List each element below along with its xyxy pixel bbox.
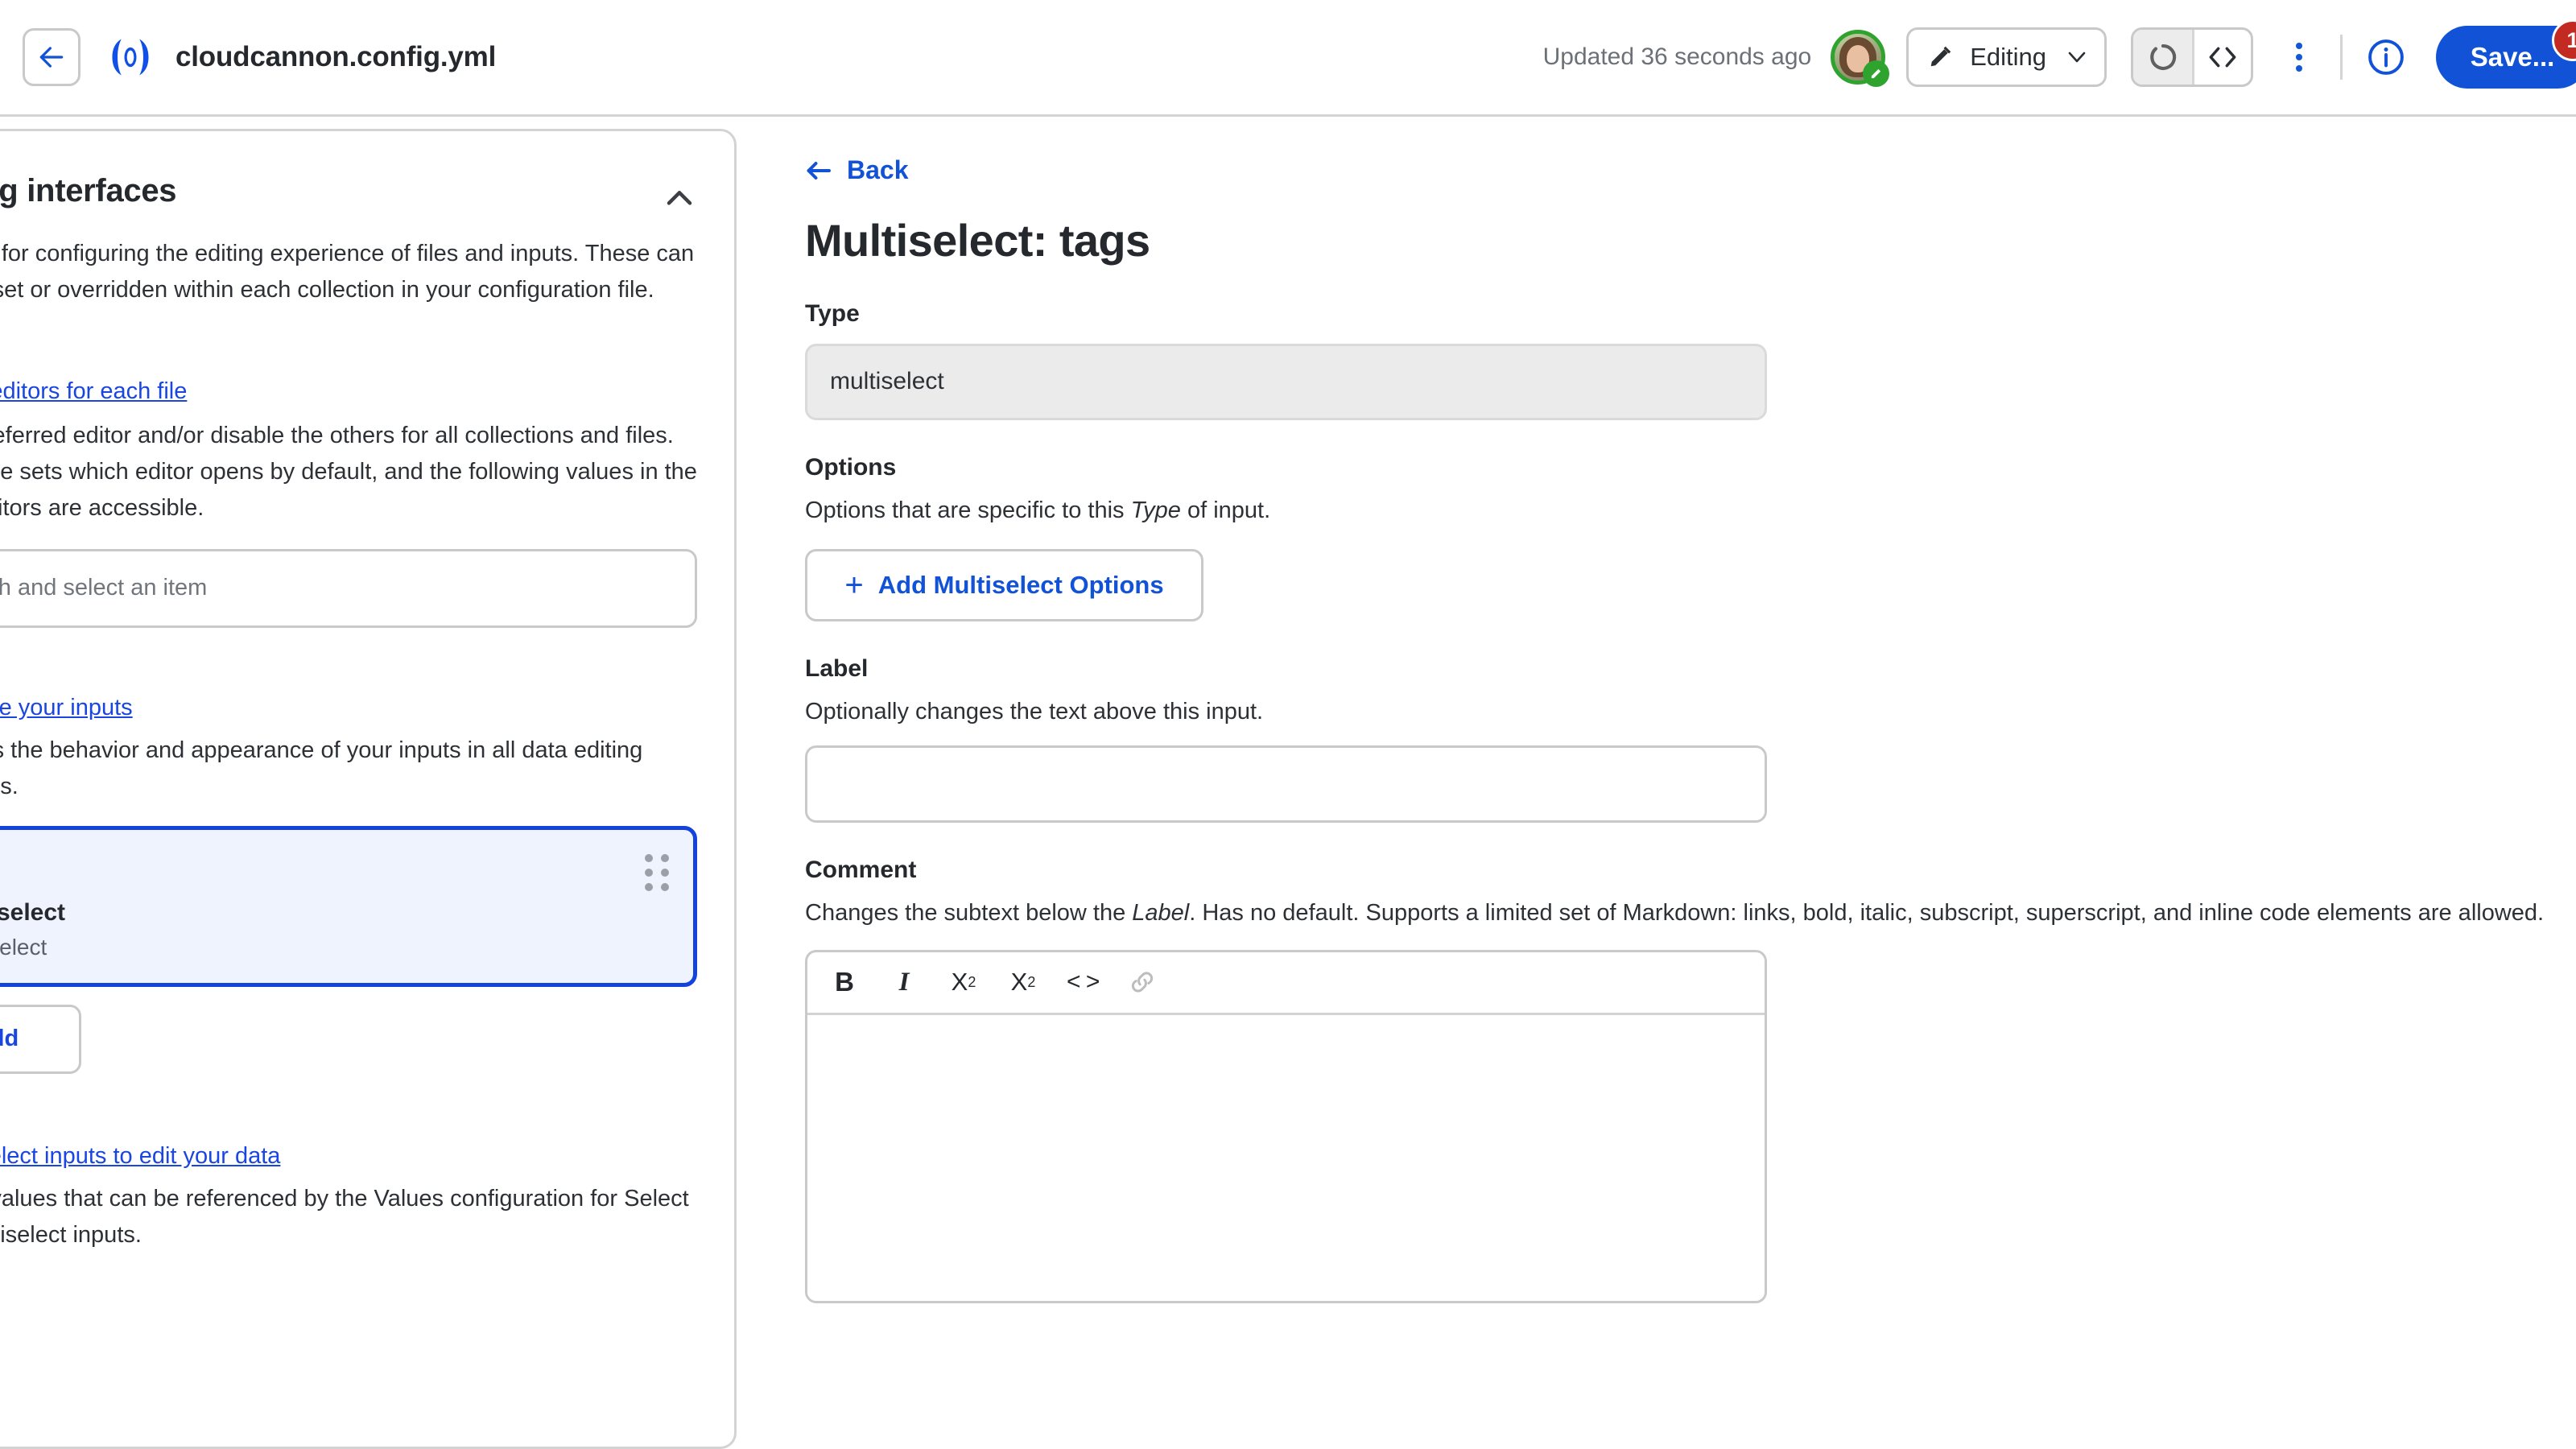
chain-link-icon (1132, 972, 1154, 993)
sidebar-link-inputs[interactable]: Configure your inputs (0, 695, 133, 721)
pencil-icon (1872, 68, 1881, 79)
superscript-icon[interactable]: X2 (1007, 962, 1039, 1002)
field-type-label: Type (805, 299, 860, 327)
options-desc-em: Type (1130, 497, 1181, 523)
sidebar-paragraph-2: Set a preferred editor and/or disable th… (0, 422, 697, 521)
top-header-bar: cloudcannon.config.yml Updated 36 second… (0, 0, 2576, 117)
info-button[interactable] (2363, 35, 2409, 80)
file-title: cloudcannon.config.yml (175, 41, 497, 72)
more-vertical-icon (2296, 54, 2302, 60)
app-root: cloudcannon.config.yml Updated 36 second… (0, 0, 2576, 1449)
arrow-left-icon (807, 161, 831, 180)
plus-icon: + (844, 567, 864, 603)
field-type: Type multiselect (805, 300, 2576, 420)
input-card-multiselect[interactable]: Multiselect multiselect (0, 825, 697, 987)
add-multiselect-options-button[interactable]: + Add Multiselect Options (805, 548, 1203, 621)
editor-select-input[interactable]: Search and select an item (0, 548, 697, 628)
sidebar-paragraph-3: Changes the behavior and appearance of y… (0, 737, 643, 799)
comment-editor: B I X2 X2 < > (805, 949, 1767, 1303)
label-input[interactable] (805, 745, 1767, 823)
field-options-description: Options that are specific to this Type o… (805, 493, 2576, 528)
more-vertical-icon (2296, 43, 2302, 49)
superscript-base: X (1010, 968, 1028, 997)
add-multiselect-options-label: Add Multiselect Options (877, 570, 1164, 599)
main-content-panel: Back Multiselect: tags Type multiselect … (741, 117, 2576, 1449)
options-desc-prefix: Options that are specific to this (805, 497, 1131, 523)
sidebar-paragraph-4: Sets of values that can be referenced by… (0, 1185, 689, 1248)
sidebar-paragraph-1: Settings for configuring the editing exp… (0, 241, 695, 303)
cloudcannon-logo-icon (112, 39, 149, 76)
field-label-group: Label Optionally changes the text above … (805, 655, 2576, 823)
field-type-value-text: multiselect (830, 368, 944, 394)
updated-status-text: Updated 36 seconds ago (1542, 43, 1812, 70)
field-comment-title: Comment (805, 856, 917, 883)
page-title: Multiselect: tags (805, 214, 1150, 266)
field-type-value: multiselect (805, 343, 1767, 420)
pencil-icon (1930, 46, 1951, 67)
chevron-up-icon (667, 191, 692, 205)
editing-mode-label: Editing (1970, 43, 2046, 71)
arrow-left-icon (39, 47, 64, 68)
comment-desc-em: Label (1132, 899, 1190, 926)
more-vertical-icon (2296, 65, 2302, 72)
input-card-subtitle: multiselect (0, 934, 47, 960)
drag-handle-icon[interactable] (645, 853, 669, 891)
sidebar-link-editors[interactable]: Enable editors for each file (0, 378, 187, 405)
info-circle-icon (2368, 39, 2404, 75)
main-back-label: Back (847, 155, 909, 184)
code-brackets-icon (2209, 47, 2236, 68)
main-back-link[interactable]: Back (805, 155, 909, 185)
field-options: Options Options that are specific to thi… (805, 454, 2576, 621)
sidebar-collapse-button[interactable] (662, 180, 697, 215)
code-icon[interactable]: < > (1067, 962, 1100, 1002)
field-comment-group: Comment Changes the subtext below the La… (805, 857, 2576, 1303)
link-icon[interactable] (1126, 962, 1158, 1002)
avatar-edit-badge (1863, 60, 1890, 87)
input-card-name: Multiselect (0, 898, 66, 926)
field-comment-description: Changes the subtext below the Label. Has… (805, 895, 2576, 931)
avatar[interactable] (1831, 30, 1890, 87)
sidebar-link-data[interactable]: Using select inputs to edit your data (0, 1143, 280, 1170)
sidebar-header: Editing interfaces (0, 131, 697, 215)
sidebar-heading-editors: Editors (0, 339, 697, 364)
editing-interfaces-panel: Editing interfaces Settings for configur… (0, 129, 737, 1449)
more-options-button[interactable] (2277, 27, 2321, 87)
add-input-button[interactable]: Add (0, 1004, 81, 1074)
field-label-description: Optionally changes the text above this i… (805, 698, 1264, 724)
subscript-mark: 2 (968, 973, 976, 990)
chevron-down-icon (2068, 52, 2086, 63)
sidebar-title: Editing interfaces (0, 173, 177, 208)
options-desc-suffix: of input. (1180, 497, 1271, 523)
toggle-visual-button[interactable] (2133, 30, 2192, 85)
field-label-title: Label (805, 654, 869, 682)
circle-loader-icon (2149, 44, 2176, 70)
editing-mode-button[interactable]: Editing (1906, 27, 2107, 87)
comment-editor-textarea[interactable] (807, 1014, 1765, 1301)
comment-desc-1: Changes the subtext below the (805, 899, 1133, 926)
header-actions: Updated 36 seconds ago Editing Save... 1 (1543, 0, 2576, 114)
field-options-label: Options (805, 453, 897, 481)
header-divider (2340, 35, 2343, 80)
superscript-mark: 2 (1027, 973, 1036, 990)
subscript-base: X (951, 968, 968, 997)
save-button-wrapper: Save... 1 (2436, 19, 2576, 89)
sidebar-heading-inputs: Inputs (0, 657, 697, 682)
bold-icon[interactable]: B (828, 962, 861, 1002)
subscript-icon[interactable]: X2 (947, 962, 980, 1002)
toggle-code-button[interactable] (2192, 30, 2251, 85)
comment-editor-toolbar: B I X2 X2 < > (807, 952, 1765, 1015)
editor-select-placeholder: Search and select an item (0, 575, 208, 601)
header-back-button[interactable] (23, 28, 80, 86)
italic-icon[interactable]: I (888, 962, 920, 1002)
view-mode-toggle (2131, 27, 2253, 87)
comment-desc-2: . Has no default. Supports a limited set… (1189, 899, 2545, 926)
